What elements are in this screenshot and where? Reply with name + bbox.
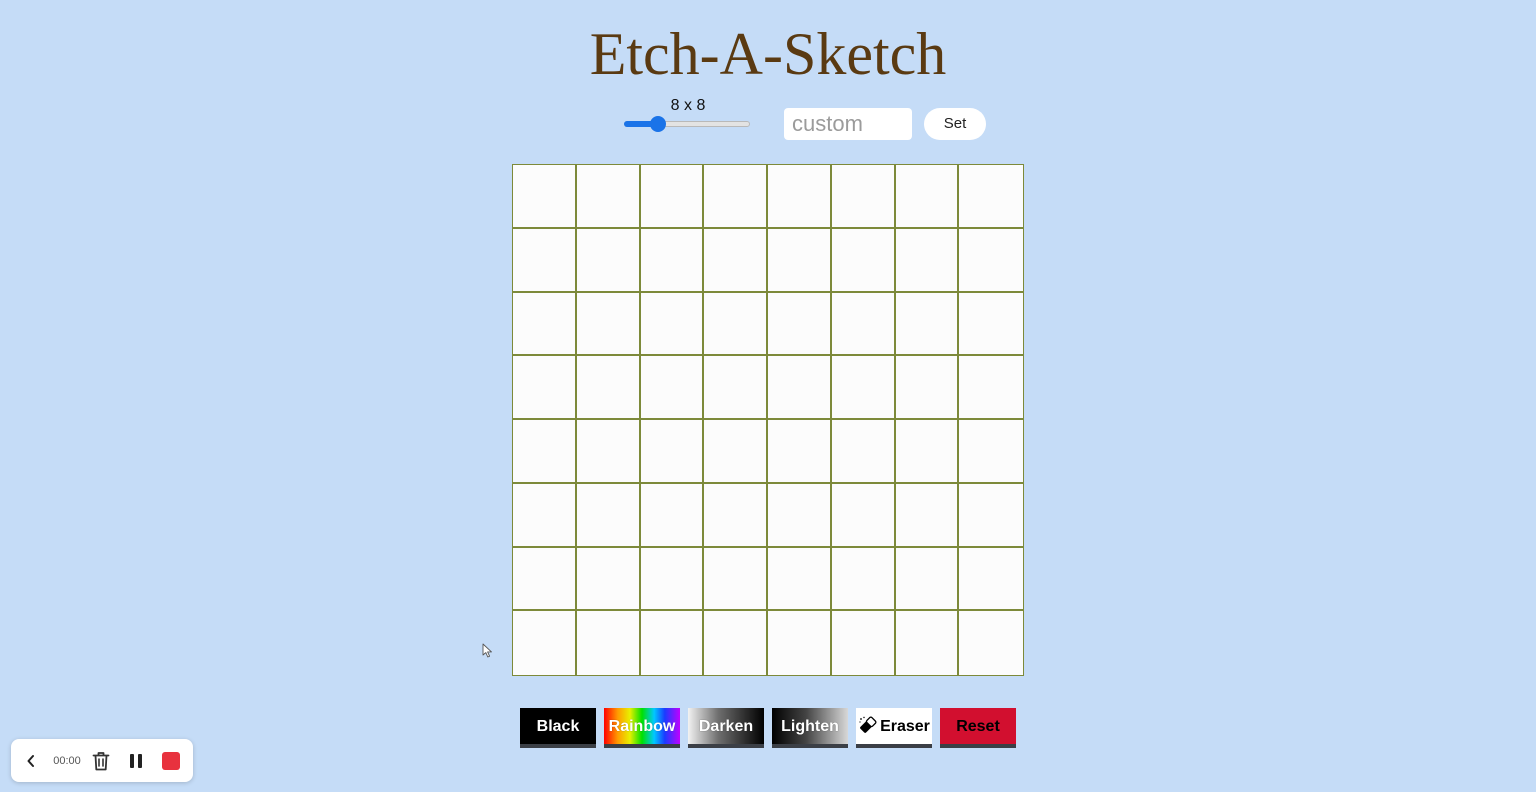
grid-cell[interactable]: [576, 420, 641, 484]
trash-icon: [92, 751, 110, 770]
grid-cell[interactable]: [576, 292, 641, 357]
grid-cell[interactable]: [895, 228, 960, 293]
grid-cell[interactable]: [704, 356, 768, 420]
grid-cell[interactable]: [831, 547, 896, 612]
grid-cell[interactable]: [831, 165, 896, 229]
mouse-pointer-icon: [482, 643, 492, 658]
grid-size-slider[interactable]: [624, 116, 752, 132]
screen-recorder-panel: 00:00: [11, 739, 193, 782]
grid-cell[interactable]: [513, 420, 577, 484]
grid-cell[interactable]: [895, 420, 960, 484]
grid-cell[interactable]: [768, 483, 832, 548]
grid-cell[interactable]: [704, 292, 768, 357]
eraser-label: Eraser: [880, 718, 930, 735]
lighten-mode-button[interactable]: Lighten: [772, 708, 848, 748]
grid-cell[interactable]: [768, 420, 832, 484]
grid-cell[interactable]: [704, 228, 768, 293]
grid-cell[interactable]: [831, 356, 896, 420]
custom-size-input[interactable]: [784, 108, 912, 140]
grid-cell[interactable]: [831, 420, 896, 484]
grid-cell[interactable]: [768, 228, 832, 293]
grid-cell[interactable]: [640, 228, 705, 293]
grid-cell[interactable]: [704, 483, 768, 548]
chevron-left-icon: [27, 754, 34, 767]
grid-cell[interactable]: [576, 483, 641, 548]
rainbow-mode-button[interactable]: Rainbow: [604, 708, 680, 748]
pause-recording-button[interactable]: [127, 739, 145, 782]
size-controls: 8 x 8 Set: [0, 96, 1536, 146]
reset-button[interactable]: Reset: [940, 708, 1016, 748]
grid-cell[interactable]: [895, 611, 960, 675]
grid-cell[interactable]: [768, 292, 832, 357]
grid-cell[interactable]: [704, 420, 768, 484]
set-button[interactable]: Set: [924, 108, 986, 140]
grid-cell[interactable]: [640, 547, 705, 612]
grid-cell[interactable]: [513, 228, 577, 293]
eraser-mode-button[interactable]: Eraser: [856, 708, 932, 748]
grid-cell[interactable]: [831, 228, 896, 293]
grid-cell[interactable]: [959, 165, 1023, 229]
grid-cell[interactable]: [831, 611, 896, 675]
grid-cell[interactable]: [959, 292, 1023, 357]
grid-cell[interactable]: [513, 547, 577, 612]
grid-cell[interactable]: [895, 547, 960, 612]
grid-cell[interactable]: [640, 483, 705, 548]
grid-cell[interactable]: [768, 165, 832, 229]
grid-cell[interactable]: [959, 420, 1023, 484]
grid-cell[interactable]: [576, 547, 641, 612]
sketch-grid[interactable]: [512, 164, 1024, 676]
grid-cell[interactable]: [576, 356, 641, 420]
grid-cell[interactable]: [768, 547, 832, 612]
black-mode-button[interactable]: Black: [520, 708, 596, 748]
grid-cell[interactable]: [959, 228, 1023, 293]
grid-cell[interactable]: [959, 483, 1023, 548]
grid-cell[interactable]: [831, 483, 896, 548]
grid-cell[interactable]: [768, 611, 832, 675]
grid-cell[interactable]: [704, 611, 768, 675]
grid-cell[interactable]: [895, 292, 960, 357]
grid-cell[interactable]: [513, 165, 577, 229]
grid-cell[interactable]: [704, 165, 768, 229]
pause-icon: [130, 753, 142, 768]
grid-cell[interactable]: [640, 420, 705, 484]
grid-cell[interactable]: [959, 356, 1023, 420]
grid-cell[interactable]: [895, 165, 960, 229]
grid-cell[interactable]: [768, 356, 832, 420]
delete-recording-button[interactable]: [91, 739, 111, 782]
stop-recording-button[interactable]: [161, 739, 181, 782]
eraser-icon: [859, 716, 877, 734]
grid-cell[interactable]: [640, 356, 705, 420]
page-title: Etch-A-Sketch: [589, 21, 947, 87]
stop-icon: [162, 751, 180, 770]
grid-cell[interactable]: [959, 547, 1023, 612]
grid-cell[interactable]: [576, 165, 641, 229]
grid-cell[interactable]: [895, 356, 960, 420]
slider-thumb[interactable]: [650, 116, 666, 132]
back-button[interactable]: [23, 739, 39, 782]
grid-cell[interactable]: [640, 292, 705, 357]
grid-cell[interactable]: [640, 611, 705, 675]
grid-cell[interactable]: [513, 611, 577, 675]
grid-cell[interactable]: [576, 611, 641, 675]
grid-cell[interactable]: [576, 228, 641, 293]
grid-cell[interactable]: [831, 292, 896, 357]
grid-cell[interactable]: [959, 611, 1023, 675]
grid-size-label: 8 x 8: [670, 97, 706, 114]
grid-cell[interactable]: [513, 483, 577, 548]
darken-mode-button[interactable]: Darken: [688, 708, 764, 748]
recording-timer: 00:00: [53, 754, 81, 767]
grid-cell[interactable]: [640, 165, 705, 229]
grid-cell[interactable]: [513, 356, 577, 420]
grid-cell[interactable]: [895, 483, 960, 548]
grid-cell[interactable]: [513, 292, 577, 357]
grid-cell[interactable]: [704, 547, 768, 612]
